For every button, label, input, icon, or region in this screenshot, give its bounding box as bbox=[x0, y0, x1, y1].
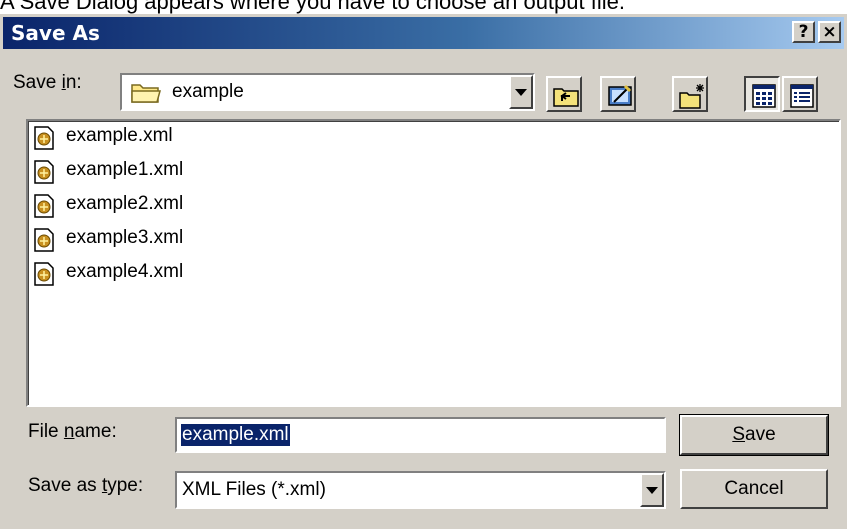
save-as-type-select[interactable]: XML Files (*.xml) bbox=[175, 471, 666, 509]
up-folder-icon bbox=[553, 88, 579, 107]
details-view-button[interactable] bbox=[782, 76, 818, 112]
close-button[interactable]: × bbox=[818, 21, 841, 43]
up-one-level-button[interactable] bbox=[546, 76, 582, 112]
cancel-button[interactable]: Cancel bbox=[680, 469, 828, 509]
folder-icon bbox=[130, 80, 162, 109]
save-button[interactable]: Save bbox=[679, 414, 829, 456]
page-caption: A Save Dialog appears where you have to … bbox=[0, 0, 625, 14]
list-view-button[interactable] bbox=[744, 76, 780, 112]
details-view-icon bbox=[790, 84, 814, 108]
xml-file-icon bbox=[33, 228, 55, 257]
save-as-dialog: Save As ? × Save in: example example.xml… bbox=[0, 14, 847, 529]
list-view-icon bbox=[752, 84, 776, 108]
help-button[interactable]: ? bbox=[792, 21, 815, 43]
title-bar[interactable]: Save As ? × bbox=[3, 17, 844, 49]
dialog-title: Save As bbox=[11, 21, 100, 45]
file-name-label-text: File name: bbox=[28, 421, 117, 442]
file-name-value: example.xml bbox=[181, 424, 290, 446]
xml-file-icon bbox=[33, 194, 55, 223]
file-name-label: example3.xml bbox=[66, 227, 184, 248]
save-as-type-value: XML Files (*.xml) bbox=[182, 479, 326, 500]
chevron-down-icon bbox=[515, 89, 527, 96]
save-in-value: example bbox=[172, 81, 244, 102]
save-in-label: Save in: bbox=[13, 72, 82, 93]
file-name-label: example4.xml bbox=[66, 261, 184, 282]
save-in-dropdown-button[interactable] bbox=[509, 75, 533, 109]
save-as-type-label: Save as type: bbox=[28, 475, 144, 496]
save-as-type-dropdown-button[interactable] bbox=[640, 473, 664, 507]
file-name-input[interactable]: example.xml bbox=[175, 417, 666, 453]
file-name-label: example.xml bbox=[66, 125, 173, 146]
create-new-folder-button[interactable] bbox=[672, 76, 708, 112]
new-folder-icon bbox=[679, 84, 704, 109]
save-in-combobox[interactable]: example bbox=[120, 73, 535, 111]
file-name-label: example1.xml bbox=[66, 159, 184, 180]
xml-file-icon bbox=[33, 262, 55, 291]
xml-file-icon bbox=[33, 160, 55, 189]
file-name-label: example2.xml bbox=[66, 193, 184, 214]
xml-file-icon bbox=[33, 126, 55, 155]
desktop-icon bbox=[608, 84, 632, 106]
chevron-down-icon bbox=[646, 487, 658, 494]
desktop-button[interactable] bbox=[600, 76, 636, 112]
